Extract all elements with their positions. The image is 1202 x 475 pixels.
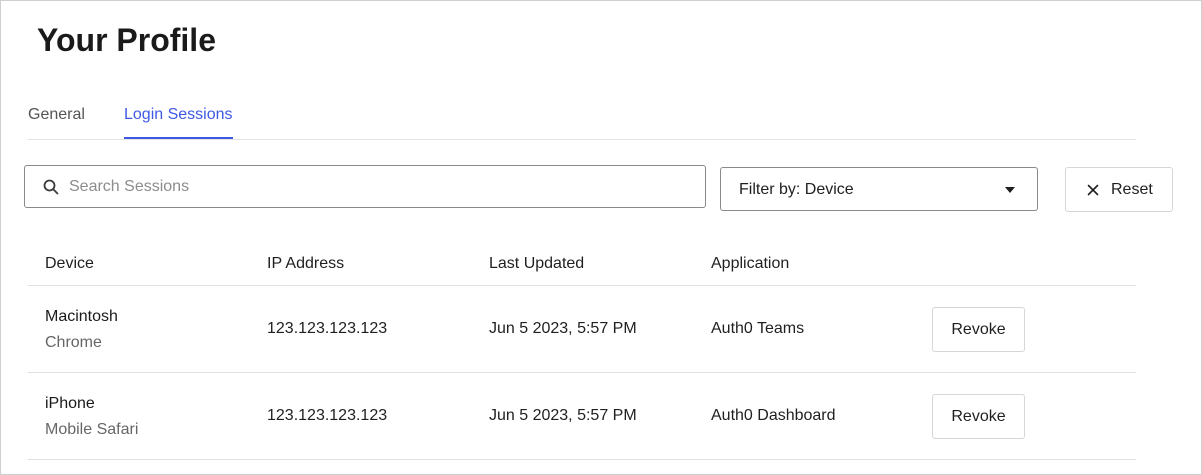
- tab-login-sessions[interactable]: Login Sessions: [124, 105, 233, 139]
- last-updated: Jun 5 2023, 5:57 PM: [489, 320, 637, 337]
- column-header-device: Device: [45, 255, 94, 272]
- profile-panel: Your Profile General Login Sessions Filt…: [0, 0, 1202, 475]
- close-icon: [1087, 184, 1099, 196]
- ip-address: 123.123.123.123: [267, 407, 388, 424]
- table-row: iPhone Mobile Safari 123.123.123.123 Jun…: [28, 373, 1136, 460]
- search-icon: [43, 179, 59, 195]
- sessions-table: Device IP Address Last Updated Applicati…: [28, 241, 1136, 460]
- last-updated: Jun 5 2023, 5:57 PM: [489, 407, 637, 424]
- column-header-application: Application: [711, 255, 790, 272]
- table-header: Device IP Address Last Updated Applicati…: [28, 241, 1136, 286]
- reset-button[interactable]: Reset: [1065, 167, 1173, 212]
- application: Auth0 Dashboard: [711, 407, 836, 424]
- tab-general[interactable]: General: [28, 105, 85, 137]
- revoke-button[interactable]: Revoke: [932, 394, 1025, 439]
- profile-tabs: General Login Sessions: [28, 97, 1136, 140]
- page-title: Your Profile: [37, 22, 216, 58]
- revoke-button[interactable]: Revoke: [932, 307, 1025, 352]
- filter-device-select[interactable]: Filter by: Device: [720, 167, 1038, 211]
- filter-label: Filter by: Device: [739, 181, 854, 198]
- application: Auth0 Teams: [711, 320, 805, 337]
- column-header-ip-address: IP Address: [267, 255, 345, 272]
- device-name: Macintosh: [45, 308, 118, 325]
- table-row: Macintosh Chrome 123.123.123.123 Jun 5 2…: [28, 286, 1136, 373]
- column-header-last-updated: Last Updated: [489, 255, 585, 272]
- search-box[interactable]: [24, 165, 706, 208]
- device-name: iPhone: [45, 395, 95, 412]
- reset-label: Reset: [1111, 181, 1153, 198]
- ip-address: 123.123.123.123: [267, 320, 388, 337]
- device-browser: Chrome: [45, 334, 102, 351]
- search-input[interactable]: [69, 166, 689, 207]
- device-browser: Mobile Safari: [45, 421, 139, 438]
- chevron-down-icon: [1005, 187, 1015, 193]
